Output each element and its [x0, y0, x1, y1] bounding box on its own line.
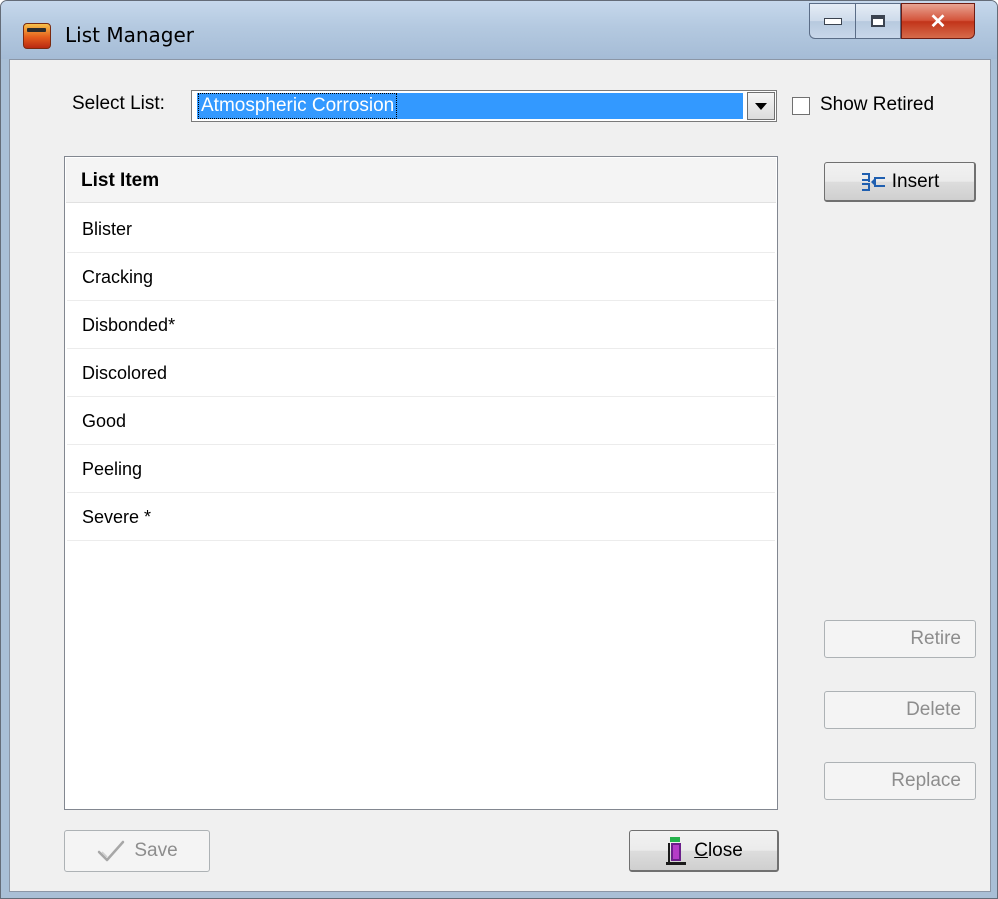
title-bar[interactable]: List Manager ✕ [1, 1, 997, 59]
insert-label: Insert [891, 170, 940, 192]
caption-buttons: ✕ [809, 3, 975, 39]
list-item[interactable]: Severe * [67, 493, 775, 541]
chevron-down-icon [755, 102, 767, 110]
close-button[interactable]: Close [629, 830, 779, 872]
list-manager-window: List Manager ✕ Select List: Atmospheric … [0, 0, 998, 899]
delete-button[interactable]: Delete [824, 691, 976, 729]
list-column-header[interactable]: List Item [66, 158, 776, 203]
list-items-box[interactable]: List Item Blister Cracking Disbonded* Di… [64, 156, 778, 810]
door-exit-icon [664, 836, 688, 866]
close-window-button[interactable]: ✕ [901, 3, 975, 39]
list-item[interactable]: Disbonded* [67, 301, 775, 349]
retire-button[interactable]: Retire [824, 620, 976, 658]
minimize-icon [823, 17, 842, 25]
insert-icon [860, 172, 886, 192]
close-icon: ✕ [929, 10, 947, 33]
dialog-body: Select List: Atmospheric Corrosion Show … [9, 59, 991, 892]
save-label: Save [134, 840, 178, 861]
dropdown-arrow-button[interactable] [747, 92, 775, 120]
list-item[interactable]: Blister [67, 205, 775, 253]
retire-label: Retire [910, 628, 961, 649]
window-title: List Manager [65, 23, 194, 47]
minimize-button[interactable] [809, 3, 855, 39]
list-rows: Blister Cracking Disbonded* Discolored G… [67, 205, 775, 541]
list-item[interactable]: Discolored [67, 349, 775, 397]
replace-label: Replace [891, 770, 961, 791]
select-list-label: Select List: [72, 93, 165, 114]
list-item[interactable]: Good [67, 397, 775, 445]
insert-button[interactable]: Insert [824, 162, 976, 202]
show-retired-checkbox[interactable] [792, 97, 810, 115]
maximize-button[interactable] [855, 3, 901, 39]
delete-label: Delete [906, 699, 961, 720]
dropdown-selected-value: Atmospheric Corrosion [197, 93, 398, 119]
show-retired-label[interactable]: Show Retired [820, 94, 934, 116]
list-item[interactable]: Cracking [67, 253, 775, 301]
select-list-dropdown[interactable]: Atmospheric Corrosion [191, 90, 777, 122]
checkmark-icon [96, 839, 126, 863]
save-button[interactable]: Save [64, 830, 210, 872]
replace-button[interactable]: Replace [824, 762, 976, 800]
close-label: Close [694, 839, 743, 861]
list-item[interactable]: Peeling [67, 445, 775, 493]
app-icon[interactable] [23, 23, 51, 49]
maximize-icon [871, 15, 885, 27]
